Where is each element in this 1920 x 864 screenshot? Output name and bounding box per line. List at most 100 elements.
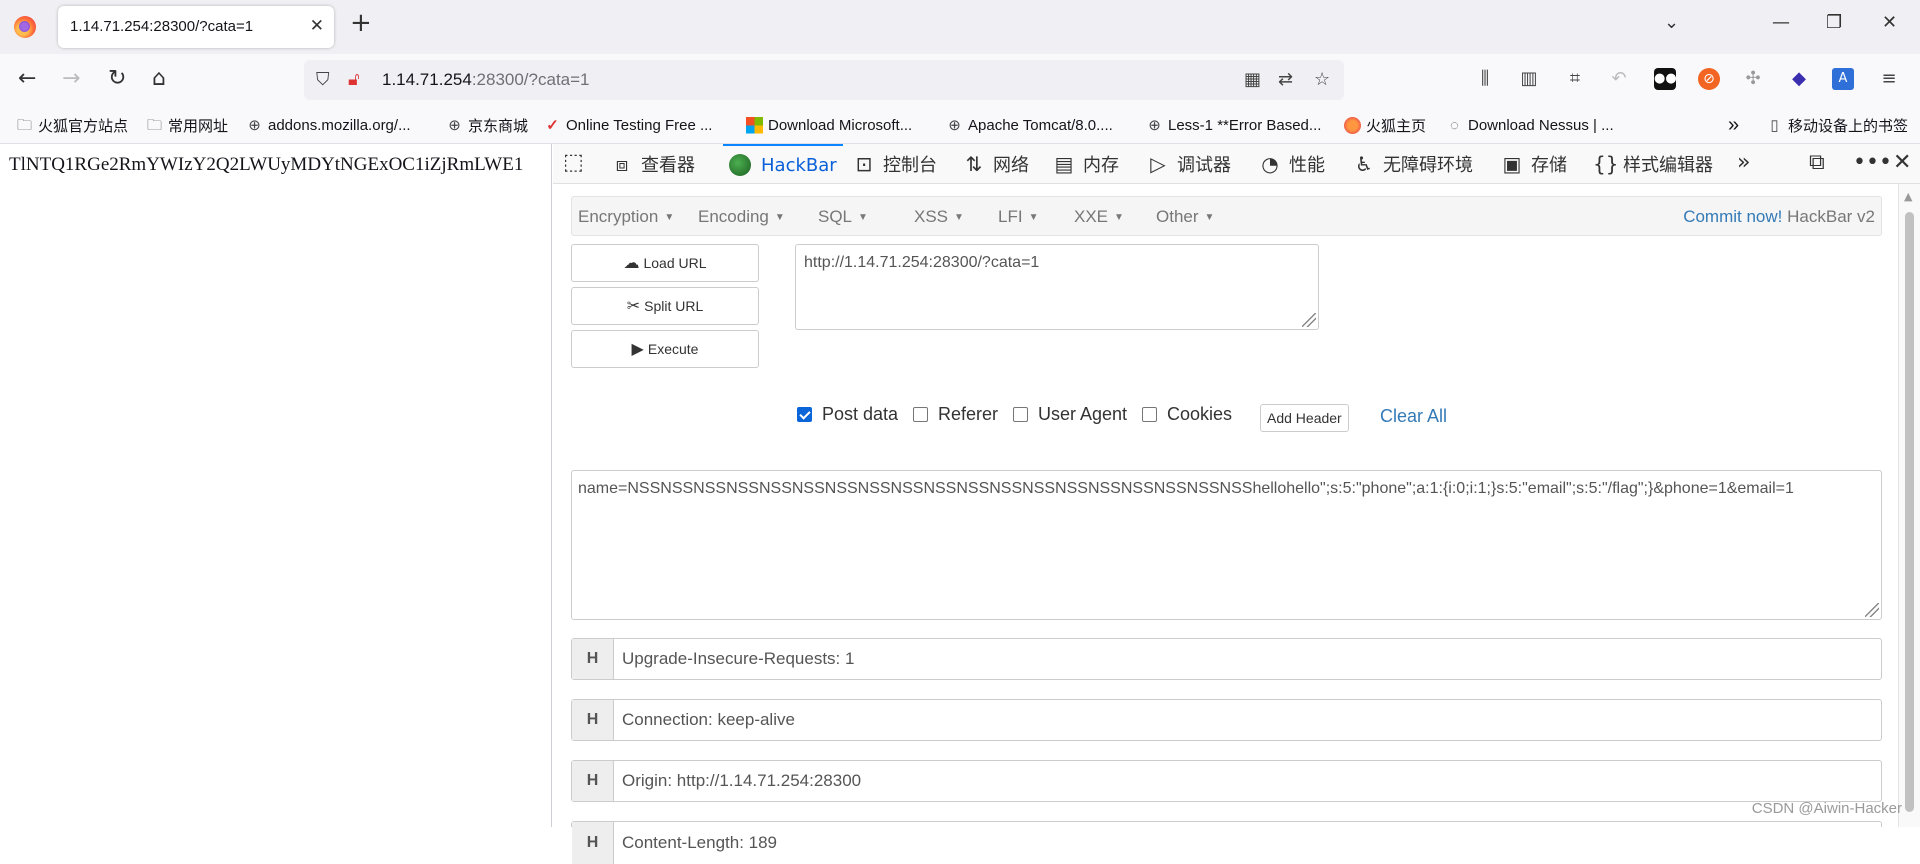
header-input[interactable]: Connection: keep-alive: [614, 700, 1881, 740]
bookmark-label: Apache Tomcat/8.0....: [968, 116, 1113, 134]
bookmark-item[interactable]: ◌ Download Nessus | ...: [1446, 114, 1614, 136]
checkbox-checked-icon[interactable]: [797, 407, 812, 422]
menu-encoding[interactable]: Encoding ▼: [698, 207, 785, 227]
new-tab-button[interactable]: +: [350, 10, 372, 36]
extension-translate-icon[interactable]: A: [1832, 68, 1854, 90]
post-data-checkbox[interactable]: Post data: [797, 404, 898, 425]
commit-now-link[interactable]: Commit now!: [1683, 207, 1782, 226]
tracking-protection-icon[interactable]: ⛉: [316, 69, 330, 90]
forward-icon[interactable]: →: [62, 68, 80, 90]
tab-inspector[interactable]: ⧈ 查看器: [611, 144, 695, 184]
extension-block-icon[interactable]: ⊘: [1698, 68, 1720, 90]
list-all-tabs-icon[interactable]: ⌄: [1664, 14, 1679, 32]
sidebar-icon[interactable]: ▥: [1518, 68, 1540, 90]
folder-icon: 🗀: [16, 116, 32, 134]
url-bar[interactable]: ⛉ 🔓︎ 1.14.71.254:28300/?cata=1 ▦ ⇄ ☆: [304, 60, 1344, 100]
tab-style-editor[interactable]: {} 样式编辑器: [1593, 144, 1713, 184]
navigation-bar: ← → ↻ ⌂ ⛉ 🔓︎ 1.14.71.254:28300/?cata=1 ▦…: [0, 54, 1920, 107]
bookmark-item[interactable]: Download Microsoft...: [746, 114, 912, 136]
menu-other[interactable]: Other ▼: [1156, 207, 1214, 227]
header-toggle-button[interactable]: H: [572, 700, 614, 740]
header-toggle-button[interactable]: H: [572, 761, 614, 801]
menu-lfi[interactable]: LFI ▼: [998, 207, 1038, 227]
menu-encryption[interactable]: Encryption ▼: [578, 207, 674, 227]
bookmark-label: 火狐主页: [1366, 117, 1427, 135]
add-header-button[interactable]: Add Header: [1260, 404, 1349, 432]
bookmark-item[interactable]: 🗀 常用网址: [146, 114, 228, 136]
bookmark-star-icon[interactable]: ☆: [1314, 69, 1330, 90]
minimize-icon[interactable]: —: [1772, 14, 1790, 32]
clear-all-link[interactable]: Clear All: [1380, 406, 1447, 427]
reload-icon[interactable]: ↻: [108, 68, 126, 90]
extension-diamond-icon[interactable]: ◆: [1788, 68, 1810, 90]
bookmark-item[interactable]: ▯ 移动设备上的书签: [1766, 114, 1908, 136]
tab-memory[interactable]: ▤ 内存: [1053, 144, 1119, 184]
cookies-checkbox[interactable]: Cookies: [1142, 404, 1232, 425]
bookmark-item[interactable]: ✓ Online Testing Free ...: [544, 114, 712, 136]
bookmark-item[interactable]: ⊕ addons.mozilla.org/...: [246, 114, 410, 136]
tab-storage[interactable]: ▣ 存储: [1501, 144, 1567, 184]
close-window-icon[interactable]: ✕: [1882, 14, 1897, 32]
button-label: Split URL: [644, 298, 704, 314]
library-icon[interactable]: ⫼: [1474, 68, 1496, 90]
tab-hackbar[interactable]: HackBar: [723, 144, 843, 184]
translate-icon[interactable]: ⇄: [1278, 69, 1293, 90]
menu-xxe[interactable]: XXE ▼: [1074, 207, 1124, 227]
devtools-menu-icon[interactable]: •••: [1853, 152, 1892, 174]
url-value: http://1.14.71.254:28300/?cata=1: [804, 254, 1040, 271]
close-devtools-icon[interactable]: ✕: [1893, 152, 1911, 174]
bookmark-item[interactable]: 🗀 火狐官方站点: [16, 114, 128, 136]
button-label: Execute: [647, 341, 699, 357]
qr-code-icon[interactable]: ▦: [1244, 69, 1261, 90]
menu-sql[interactable]: SQL ▼: [818, 207, 868, 227]
extension-mask-icon[interactable]: ●●: [1654, 68, 1677, 90]
firefox-icon[interactable]: [14, 16, 36, 38]
referer-checkbox[interactable]: Referer: [913, 404, 998, 425]
close-tab-icon[interactable]: ✕: [310, 16, 324, 36]
checkbox-icon[interactable]: [1013, 407, 1028, 422]
crop-screenshot-icon[interactable]: ⌗: [1564, 68, 1586, 90]
dock-side-icon[interactable]: ⧉: [1809, 152, 1825, 174]
tab-console[interactable]: ⊡ 控制台: [853, 144, 937, 184]
split-url-button[interactable]: ✂ Split URL: [571, 287, 759, 325]
extension-puzzle-icon[interactable]: ✣: [1742, 68, 1764, 90]
more-tabs-icon[interactable]: »: [1737, 152, 1750, 174]
home-icon[interactable]: ⌂: [152, 68, 166, 90]
bookmarks-overflow-icon[interactable]: »: [1728, 114, 1739, 136]
app-menu-icon[interactable]: ≡: [1878, 68, 1900, 90]
bookmark-item[interactable]: ⊕ Less-1 **Error Based...: [1146, 114, 1321, 136]
user-agent-checkbox[interactable]: User Agent: [1013, 404, 1127, 425]
restore-icon[interactable]: ❐: [1826, 14, 1842, 32]
checkbox-icon[interactable]: [1142, 407, 1157, 422]
undo-icon[interactable]: ↶: [1608, 68, 1630, 90]
caret-down-icon: ▼: [954, 212, 964, 224]
resize-handle-icon[interactable]: [1302, 313, 1316, 327]
bookmark-item[interactable]: ⊕ 京东商城: [446, 114, 528, 136]
insecure-lock-icon[interactable]: 🔓︎: [348, 69, 360, 90]
resize-handle-icon[interactable]: [1865, 603, 1879, 617]
tab-network[interactable]: ⇅ 网络: [963, 144, 1029, 184]
devtools-scrollbar[interactable]: ▲: [1898, 184, 1920, 827]
url-textarea[interactable]: http://1.14.71.254:28300/?cata=1: [795, 244, 1319, 330]
bookmark-item[interactable]: 火狐主页: [1344, 114, 1426, 136]
back-icon[interactable]: ←: [18, 68, 36, 90]
load-url-button[interactable]: ☁ Load URL: [571, 244, 759, 282]
header-input[interactable]: Content-Length: 189: [614, 822, 1881, 864]
tab-debugger[interactable]: ▷ 调试器: [1147, 144, 1231, 184]
header-input[interactable]: Upgrade-Insecure-Requests: 1: [614, 639, 1881, 679]
element-picker-icon[interactable]: ⬚: [563, 152, 584, 174]
scrollbar-thumb[interactable]: [1905, 212, 1914, 812]
header-toggle-button[interactable]: H: [572, 822, 614, 864]
post-data-textarea[interactable]: name=NSSNSSNSSNSSNSSNSSNSSNSSNSSNSSNSSNS…: [571, 470, 1882, 620]
header-input[interactable]: Origin: http://1.14.71.254:28300: [614, 761, 1881, 801]
browser-tab[interactable]: 1.14.71.254:28300/?cata=1 ✕: [58, 6, 334, 48]
menu-xss[interactable]: XSS ▼: [914, 207, 964, 227]
checkbox-icon[interactable]: [913, 407, 928, 422]
url-text[interactable]: 1.14.71.254:28300/?cata=1: [382, 70, 590, 90]
execute-button[interactable]: ▶ Execute: [571, 330, 759, 368]
header-toggle-button[interactable]: H: [572, 639, 614, 679]
tab-accessibility[interactable]: ♿︎ 无障碍环境: [1353, 144, 1473, 184]
tab-performance[interactable]: ◔ 性能: [1259, 144, 1325, 184]
scroll-up-icon[interactable]: ▲: [1904, 190, 1912, 203]
bookmark-item[interactable]: ⊕ Apache Tomcat/8.0....: [946, 114, 1113, 136]
